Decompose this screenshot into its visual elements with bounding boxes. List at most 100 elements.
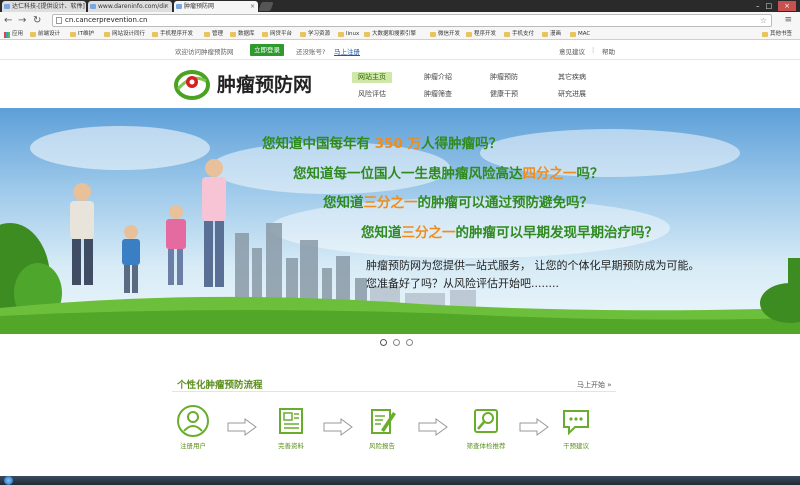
back-icon[interactable]: ←: [4, 15, 12, 26]
bookmark-label: 网贷平台: [270, 31, 293, 37]
reload-icon[interactable]: ↻: [33, 15, 41, 26]
close-tab-icon[interactable]: ×: [164, 1, 169, 12]
close-tab-icon[interactable]: ×: [250, 1, 255, 12]
bookmark-item[interactable]: 管理: [204, 30, 223, 39]
new-tab-button[interactable]: [258, 2, 274, 11]
question-highlight: 350 万: [374, 136, 422, 152]
welcome-text: 欢迎访问肿瘤预防网: [175, 48, 234, 56]
hero-question-3: 您知道三分之一的肿瘤可以通过预防避免吗？: [323, 191, 593, 211]
process-step-risk-report[interactable]: 风险报告: [357, 404, 407, 450]
process-step-register[interactable]: 注册用户: [168, 404, 218, 450]
forward-icon[interactable]: →: [18, 15, 26, 26]
step-label: 完善资料: [278, 442, 304, 450]
arrow-right-icon: [418, 418, 448, 436]
favicon-icon: [176, 4, 182, 9]
bookmark-item[interactable]: 前端设计: [30, 30, 60, 39]
question-text: 的肿瘤可以早期发现早期治疗吗？: [455, 225, 659, 241]
nav-tumor-screening[interactable]: 肿瘤筛查: [418, 89, 458, 100]
slide-dot-1[interactable]: [380, 339, 387, 346]
favicon-icon: [90, 4, 96, 9]
chat-bubble-icon: [563, 410, 589, 436]
bookmark-item[interactable]: 手机程序开发: [152, 30, 193, 39]
tab-label: 达仁科技-[提供设计、软件]: [12, 3, 85, 10]
hero-question-2: 您知道每一位国人一生患肿瘤风险高达四分之一吗？: [293, 162, 604, 182]
apps-grid-icon: [4, 32, 10, 38]
page-icon: [56, 17, 62, 24]
question-text: 的肿瘤可以通过预防避免吗？: [417, 195, 594, 211]
bookmark-label: 微信开发: [438, 31, 461, 37]
slide-dot-2[interactable]: [393, 339, 400, 346]
question-highlight: 三分之一: [401, 225, 456, 241]
question-text: 您知道: [361, 225, 402, 241]
bookmark-item[interactable]: 微信开发: [430, 30, 460, 39]
bookmark-item[interactable]: 大数据和搜索引擎: [364, 30, 416, 39]
tab-label: www.dareninfo.com/dir: [98, 3, 168, 10]
url-input[interactable]: cn.cancerprevention.cn ☆: [52, 14, 772, 27]
process-step-screening[interactable]: 筛查体检推荐: [461, 404, 511, 450]
bookmark-label: 程序开发: [474, 31, 497, 37]
bookmark-label: IT维护: [78, 31, 94, 37]
folder-icon: [430, 32, 436, 37]
start-orb-icon[interactable]: [4, 476, 13, 485]
step-label: 干预建议: [563, 442, 589, 450]
nav-tumor-prevention[interactable]: 肿瘤预防: [484, 72, 524, 83]
bookmark-item[interactable]: linux: [338, 30, 359, 39]
nav-research-progress[interactable]: 研究进展: [552, 89, 592, 100]
bookmark-label: 应用: [12, 31, 24, 37]
minimize-icon[interactable]: –: [756, 1, 760, 11]
maximize-icon[interactable]: □: [766, 1, 773, 11]
question-text: 人得肿瘤吗？: [421, 136, 503, 152]
process-section-title: 个性化肿瘤预防流程: [177, 380, 263, 391]
bookmark-label: 前端设计: [38, 31, 61, 37]
help-link[interactable]: 帮助: [602, 46, 615, 56]
slide-indicators: [380, 339, 413, 346]
browser-tab-1[interactable]: 达仁科技-[提供设计、软件] ×: [2, 1, 86, 12]
bookmark-item[interactable]: 网贷平台: [262, 30, 292, 39]
browser-menu-icon[interactable]: ≡: [784, 15, 792, 25]
browser-tab-3[interactable]: 肿瘤预防网 ×: [174, 1, 258, 12]
bookmark-item[interactable]: 数据库: [230, 30, 255, 39]
divider: |: [592, 46, 595, 54]
step-label: 注册用户: [180, 442, 206, 450]
folder-icon: [204, 32, 210, 37]
question-highlight: 四分之一: [522, 166, 577, 182]
logo-icon[interactable]: [174, 65, 210, 101]
close-tab-icon[interactable]: ×: [78, 1, 83, 12]
nav-risk-assessment[interactable]: 风险评估: [352, 89, 392, 100]
tab-label: 肿瘤预防网: [184, 3, 215, 10]
nav-other-diseases[interactable]: 其它疾病: [552, 72, 592, 83]
question-text: 您知道每一位国人一生患肿瘤风险高达: [293, 166, 523, 182]
process-step-intervention[interactable]: 干预建议: [551, 404, 601, 450]
hero-banner[interactable]: 您知道中国每年有 350 万人得肿瘤吗？ 您知道每一位国人一生患肿瘤风险高达四分…: [0, 108, 800, 334]
slide-dot-3[interactable]: [406, 339, 413, 346]
nav-tumor-intro[interactable]: 肿瘤介绍: [418, 72, 458, 83]
logo-text[interactable]: 肿瘤预防网: [217, 70, 312, 97]
folder-icon: [570, 32, 576, 37]
start-now-link[interactable]: 马上开始 »: [577, 380, 612, 390]
folder-icon: [504, 32, 510, 37]
bookmarks-bar: 应用 前端设计 IT维护 网站设计同行 手机程序开发 管理 数据库 网贷平台 学…: [0, 29, 800, 40]
register-link[interactable]: 马上注册: [334, 46, 360, 56]
bookmark-star-icon[interactable]: ☆: [760, 15, 767, 26]
bookmark-item[interactable]: 程序开发: [466, 30, 496, 39]
os-taskbar: [0, 476, 800, 485]
process-step-profile[interactable]: 完善资料: [266, 404, 316, 450]
edit-document-icon: [371, 409, 396, 434]
nav-health-intervention[interactable]: 健康干预: [484, 89, 524, 100]
pitch-line-2: 您准备好了吗？从风险评估开始吧........: [366, 277, 559, 290]
bookmark-other[interactable]: 其他书签: [762, 30, 792, 39]
close-window-icon[interactable]: ×: [778, 1, 796, 11]
bookmark-apps[interactable]: 应用: [4, 30, 23, 39]
login-button[interactable]: 立即登录: [250, 44, 284, 56]
bookmark-item[interactable]: 漫画: [542, 30, 561, 39]
bookmark-item[interactable]: 网站设计同行: [104, 30, 145, 39]
bookmark-item[interactable]: IT维护: [70, 30, 94, 39]
bookmark-item[interactable]: 学习资源: [300, 30, 330, 39]
question-text: 您知道: [323, 195, 364, 211]
browser-tab-2[interactable]: www.dareninfo.com/dir ×: [88, 1, 172, 12]
bookmark-item[interactable]: 手机支付: [504, 30, 534, 39]
bookmark-label: MAC: [578, 31, 591, 37]
feedback-link[interactable]: 意见建议: [559, 46, 585, 56]
nav-home[interactable]: 网站主页: [352, 72, 392, 83]
bookmark-item[interactable]: MAC: [570, 30, 590, 39]
